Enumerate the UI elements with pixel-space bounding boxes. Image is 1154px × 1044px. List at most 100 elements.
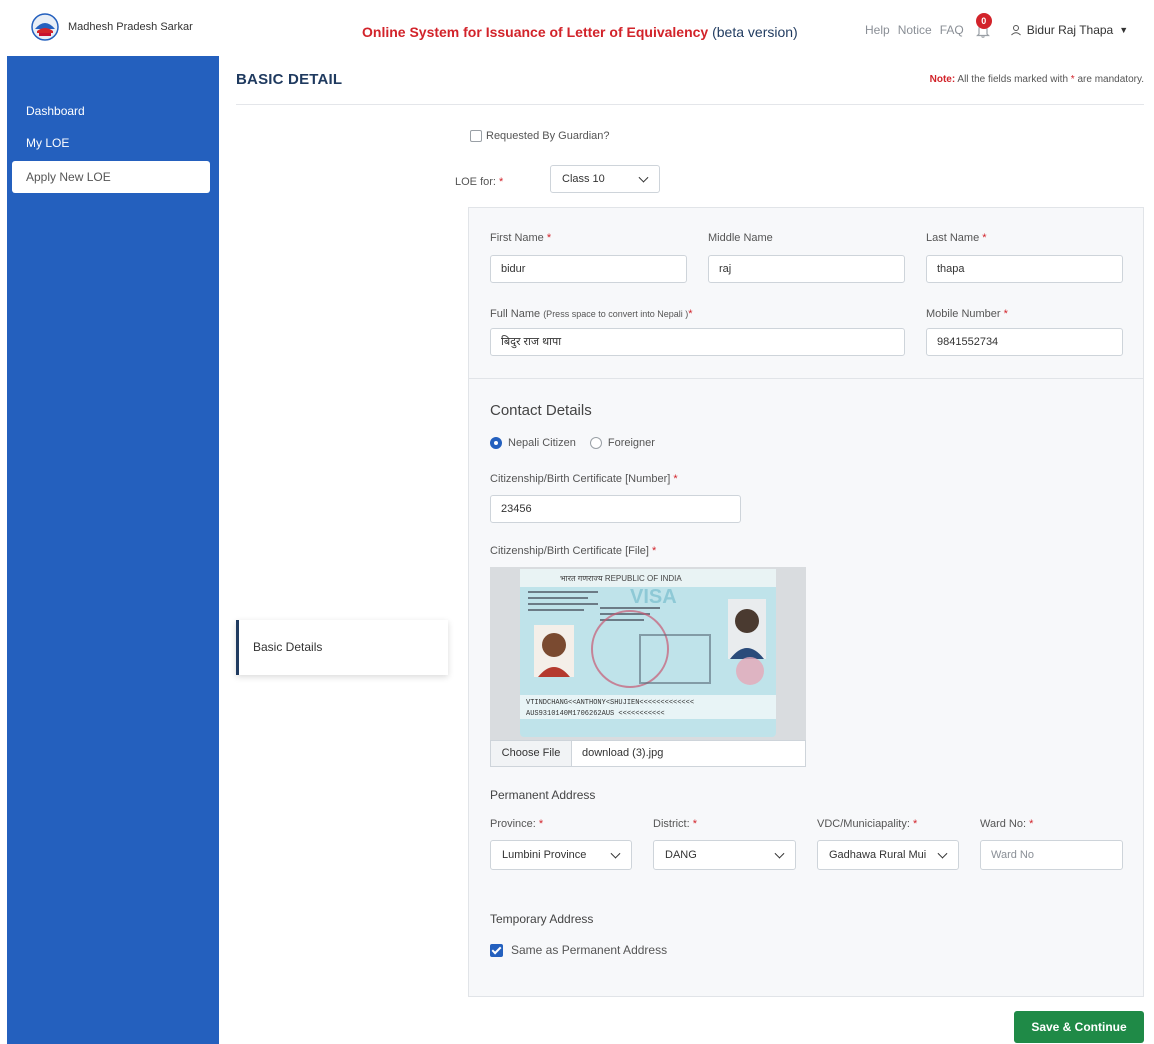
notification-badge: 0 [975, 13, 992, 29]
citizenship-radio-group: Nepali Citizen Foreigner [490, 437, 655, 449]
guardian-checkbox[interactable] [470, 130, 482, 142]
choose-file-button[interactable]: Choose File [491, 741, 572, 766]
divider [236, 104, 1144, 105]
same-as-permanent-label: Same as Permanent Address [511, 943, 668, 957]
first-name-label: First Name * [490, 232, 551, 244]
beta-tag: (beta version) [712, 24, 798, 40]
mrz-line-2: AUS9310140M1706262AUS <<<<<<<<<<< [526, 710, 665, 718]
certificate-preview-image: भारत गणराज्य REPUBLIC OF INDIA VISA VTIN… [490, 567, 806, 740]
file-input[interactable]: Choose File download (3).jpg [490, 740, 806, 767]
user-menu[interactable]: Bidur Raj Thapa ▼ [1010, 23, 1128, 37]
same-as-permanent-row[interactable]: Same as Permanent Address [490, 943, 667, 957]
step-basic-details[interactable]: Basic Details [236, 620, 448, 675]
province-label: Province: * [490, 818, 543, 830]
required-star: * [673, 473, 678, 485]
cert-number-text: Citizenship/Birth Certificate [Number] [490, 473, 671, 485]
required-star: * [1003, 308, 1008, 320]
temporary-address-heading: Temporary Address [490, 912, 594, 926]
middle-name-label: Middle Name [708, 232, 773, 244]
save-continue-button[interactable]: Save & Continue [1014, 1011, 1144, 1043]
full-name-label: Full Name (Press space to convert into N… [490, 308, 693, 320]
vdc-label: VDC/Municiapality: * [817, 818, 917, 830]
page-title: Online System for Issuance of Letter of … [362, 24, 798, 40]
visa-document-image: भारत गणराज्य REPUBLIC OF INDIA VISA VTIN… [490, 567, 806, 740]
mandatory-note: Note: All the fields marked with * are m… [930, 74, 1144, 85]
nav-faq[interactable]: FAQ [940, 23, 964, 37]
brand[interactable]: Madhesh Pradesh Sarkar [30, 12, 193, 42]
sidebar: Dashboard My LOE Apply New LOE [7, 56, 219, 1044]
first-name-text: First Name [490, 232, 544, 244]
user-name: Bidur Raj Thapa [1026, 23, 1114, 37]
required-star: * [538, 818, 544, 830]
top-nav: Help Notice FAQ 0 Bidur Raj Thapa ▼ [865, 13, 1128, 41]
emblem-logo-icon [31, 13, 59, 41]
chevron-down-icon [774, 848, 785, 859]
radio-nepali-citizen[interactable] [490, 437, 502, 449]
cert-file-label: Citizenship/Birth Certificate [File] * [490, 545, 656, 557]
district-text: District: [653, 818, 690, 830]
same-as-permanent-checkbox[interactable] [490, 943, 503, 957]
loe-for-select[interactable]: Class 10 [550, 165, 660, 193]
ward-label: Ward No: * [980, 818, 1033, 830]
permanent-address-heading: Permanent Address [490, 788, 596, 802]
loe-for-label: LOE for: * [455, 176, 503, 188]
step-label: Basic Details [253, 640, 323, 654]
contact-heading: Contact Details [490, 402, 592, 419]
sidebar-item-dashboard[interactable]: Dashboard [12, 95, 210, 127]
note-text: All the fields marked with [957, 74, 1069, 85]
loe-for-text: LOE for: [455, 176, 496, 188]
required-star: * [912, 818, 918, 830]
note-star: * [1070, 74, 1075, 85]
middle-name-input[interactable]: raj [708, 255, 905, 283]
last-name-input[interactable]: thapa [926, 255, 1123, 283]
cert-number-input[interactable]: 23456 [490, 495, 741, 523]
chevron-down-icon [610, 848, 621, 859]
last-name-label: Last Name * [926, 232, 987, 244]
last-name-text: Last Name [926, 232, 980, 244]
full-name-text: Full Name [490, 308, 541, 320]
province-select[interactable]: Lumbini Province [490, 840, 632, 870]
doc-header-text: भारत गणराज्य REPUBLIC OF INDIA [560, 574, 682, 583]
mobile-label: Mobile Number * [926, 308, 1008, 320]
notification-bell[interactable]: 0 [972, 13, 994, 41]
file-name: download (3).jpg [582, 747, 664, 759]
nav-notice[interactable]: Notice [898, 23, 932, 37]
mobile-text: Mobile Number [926, 308, 1001, 320]
full-name-hint: (Press space to convert into Nepali ) [543, 309, 689, 319]
required-star: * [692, 818, 698, 830]
guardian-label: Requested By Guardian? [486, 130, 610, 142]
brand-name: Madhesh Pradesh Sarkar [68, 21, 193, 33]
doc-watermark: VISA [630, 586, 677, 608]
chevron-down-icon [937, 848, 948, 859]
radio-nepali-label: Nepali Citizen [508, 437, 576, 449]
required-star: * [1029, 818, 1034, 830]
province-value: Lumbini Province [502, 849, 587, 861]
mrz-line-1: VTINDCHANG<<ANTHONY<SHUJIEN<<<<<<<<<<<<< [526, 699, 694, 707]
cert-number-label: Citizenship/Birth Certificate [Number] * [490, 473, 678, 485]
district-value: DANG [665, 849, 697, 861]
nav-help[interactable]: Help [865, 23, 890, 37]
first-name-input[interactable]: bidur [490, 255, 687, 283]
note-suffix: are mandatory. [1077, 74, 1144, 85]
sidebar-item-my-loe[interactable]: My LOE [12, 127, 210, 159]
required-star: * [546, 232, 552, 244]
app-title: Online System for Issuance of Letter of … [362, 24, 709, 40]
top-bar: Madhesh Pradesh Sarkar Online System for… [0, 0, 1154, 56]
district-label: District: * [653, 818, 697, 830]
ward-input[interactable]: Ward No [980, 840, 1123, 870]
required-star: * [982, 232, 987, 244]
ward-text: Ward No: [980, 818, 1027, 830]
radio-foreigner[interactable] [589, 437, 602, 449]
required-star: * [688, 308, 693, 320]
district-select[interactable]: DANG [653, 840, 796, 870]
vdc-select[interactable]: Gadhawa Rural Mui [817, 840, 959, 870]
province-text: Province: [490, 818, 536, 830]
caret-down-icon: ▼ [1119, 25, 1129, 35]
guardian-checkbox-row[interactable]: Requested By Guardian? [470, 130, 610, 142]
mobile-input[interactable]: 9841552734 [926, 328, 1123, 356]
full-name-input[interactable]: बिदुर राज थापा [490, 328, 905, 356]
required-star: * [499, 176, 504, 188]
sidebar-item-apply-new-loe[interactable]: Apply New LOE [12, 161, 210, 193]
section-title: BASIC DETAIL [236, 71, 343, 88]
cert-file-text: Citizenship/Birth Certificate [File] [490, 545, 649, 557]
